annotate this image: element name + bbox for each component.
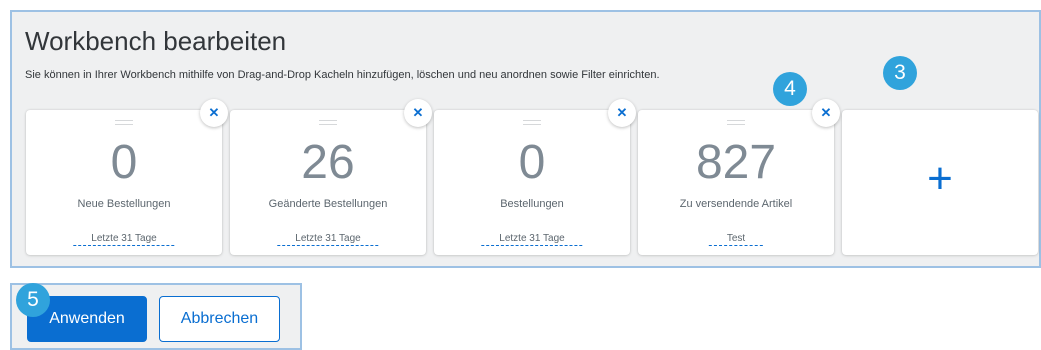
step-badge-5: 5 [16, 283, 50, 317]
tile-number: 0 [110, 136, 138, 189]
tile-label: Geänderte Bestellungen [268, 198, 388, 210]
tile-number: 0 [518, 136, 546, 189]
tile-label: Zu versendende Artikel [679, 198, 793, 210]
workbench-edit-panel: Workbench bearbeiten Sie können in Ihrer… [10, 10, 1041, 268]
tile-number: 827 [695, 136, 777, 189]
tile-neue-bestellungen[interactable]: ✕ 0 Neue Bestellungen Letzte 31 Tage [26, 99, 228, 255]
drag-handle-icon[interactable] [523, 120, 541, 128]
close-icon[interactable]: ✕ [608, 99, 636, 127]
tile-filter-link[interactable]: Test [708, 233, 764, 246]
close-icon[interactable]: ✕ [200, 99, 228, 127]
plus-icon: + [927, 154, 953, 203]
tile-number: 26 [301, 136, 355, 189]
cancel-button[interactable]: Abbrechen [159, 296, 280, 342]
tile-label: Bestellungen [500, 198, 564, 210]
drag-handle-icon[interactable] [115, 120, 133, 128]
drag-handle-icon[interactable] [319, 120, 337, 128]
tile-filter-link[interactable]: Letzte 31 Tage [481, 233, 583, 246]
tile-zu-versendende-artikel[interactable]: ✕ 827 Zu versendende Artikel Test [638, 99, 840, 255]
close-icon[interactable]: ✕ [812, 99, 840, 127]
tile-filter-link[interactable]: Letzte 31 Tage [277, 233, 379, 246]
close-icon[interactable]: ✕ [404, 99, 432, 127]
dialog-footer: Anwenden Abbrechen [10, 283, 302, 350]
tile-bestellungen[interactable]: ✕ 0 Bestellungen Letzte 31 Tage [434, 99, 636, 255]
tile-label: Neue Bestellungen [77, 198, 171, 210]
drag-handle-icon[interactable] [727, 120, 745, 128]
tile-container: ✕ 0 Neue Bestellungen Letzte 31 Tage ✕ 2… [26, 99, 1038, 255]
step-badge-4: 4 [773, 72, 807, 106]
step-badge-3: 3 [883, 56, 917, 90]
page-title: Workbench bearbeiten [25, 26, 287, 56]
page-description: Sie können in Ihrer Workbench mithilfe v… [25, 69, 660, 81]
tile-filter-link[interactable]: Letzte 31 Tage [73, 233, 175, 246]
tile-geaenderte-bestellungen[interactable]: ✕ 26 Geänderte Bestellungen Letzte 31 Ta… [230, 99, 432, 255]
add-tile-button[interactable]: + [842, 110, 1038, 255]
